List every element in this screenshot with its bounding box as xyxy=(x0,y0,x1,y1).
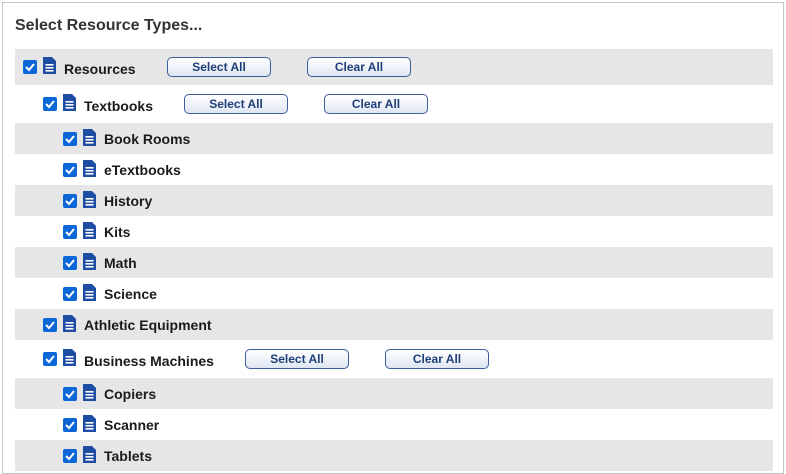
resources-select-all-button[interactable]: Select All xyxy=(167,57,271,77)
book-rooms-checkbox[interactable] xyxy=(63,131,77,146)
resources-checkbox[interactable] xyxy=(23,60,37,74)
tree-row-athletic-equipment: Athletic Equipment xyxy=(15,309,773,340)
tree-item-label: Kits xyxy=(104,223,131,240)
tree-item-label: Scanner xyxy=(104,416,160,433)
athletic-equipment-checkbox[interactable] xyxy=(43,317,57,332)
document-icon xyxy=(83,414,96,432)
tree-item-label: Copiers xyxy=(104,385,157,402)
tree-item-label: Business Machines xyxy=(84,353,214,369)
tree-row-etextbooks: eTextbooks xyxy=(15,154,773,185)
tree-item-label: Athletic Equipment xyxy=(84,316,212,333)
document-icon xyxy=(83,159,96,177)
document-icon xyxy=(83,221,96,239)
resources-clear-all-button[interactable]: Clear All xyxy=(307,57,411,77)
business-machines-clear-all-button[interactable]: Clear All xyxy=(385,349,489,369)
tree-row-history: History xyxy=(15,185,773,216)
tree-item-label: Tablets xyxy=(104,447,152,464)
scanner-checkbox[interactable] xyxy=(63,417,77,432)
tree-item-label: History xyxy=(104,192,153,209)
tree-item-label: Math xyxy=(104,254,137,271)
document-icon xyxy=(83,445,96,463)
history-checkbox[interactable] xyxy=(63,193,77,208)
tree-row-tablets: Tablets xyxy=(15,440,773,471)
document-icon xyxy=(83,383,96,401)
etextbooks-checkbox[interactable] xyxy=(63,162,77,177)
tree-row-science: Science xyxy=(15,278,773,309)
document-icon xyxy=(63,349,76,366)
document-icon xyxy=(63,314,76,332)
tree-row-book-rooms: Book Rooms xyxy=(15,123,773,154)
panel-title: Select Resource Types... xyxy=(15,17,203,34)
tree-row-business-machines: Business Machines Select All Clear All xyxy=(15,340,773,378)
math-checkbox[interactable] xyxy=(63,255,77,270)
textbooks-clear-all-button[interactable]: Clear All xyxy=(324,94,428,114)
textbooks-select-all-button[interactable]: Select All xyxy=(184,94,288,114)
document-icon xyxy=(43,57,56,74)
document-icon xyxy=(83,128,96,146)
tree-row-math: Math xyxy=(15,247,773,278)
tree-row-kits: Kits xyxy=(15,216,773,247)
business-machines-select-all-button[interactable]: Select All xyxy=(245,349,349,369)
kits-checkbox[interactable] xyxy=(63,224,77,239)
copiers-checkbox[interactable] xyxy=(63,386,77,401)
tree-item-label: Textbooks xyxy=(84,98,153,114)
tree-item-label: Book Rooms xyxy=(104,130,191,147)
science-checkbox[interactable] xyxy=(63,286,77,301)
resource-types-panel: Select Resource Types... Resources Selec… xyxy=(2,2,784,474)
tree-row-resources: Resources Select All Clear All xyxy=(15,49,773,85)
tree-item-label: Resources xyxy=(64,61,136,77)
textbooks-checkbox[interactable] xyxy=(43,97,57,111)
document-icon xyxy=(63,94,76,111)
tree-row-textbooks: Textbooks Select All Clear All xyxy=(15,85,773,123)
tree-item-label: eTextbooks xyxy=(104,161,181,178)
document-icon xyxy=(83,190,96,208)
document-icon xyxy=(83,283,96,301)
tree-row-copiers: Copiers xyxy=(15,378,773,409)
business-machines-checkbox[interactable] xyxy=(43,352,57,366)
document-icon xyxy=(83,252,96,270)
tablets-checkbox[interactable] xyxy=(63,448,77,463)
tree-item-label: Science xyxy=(104,285,157,302)
tree-row-scanner: Scanner xyxy=(15,409,773,440)
